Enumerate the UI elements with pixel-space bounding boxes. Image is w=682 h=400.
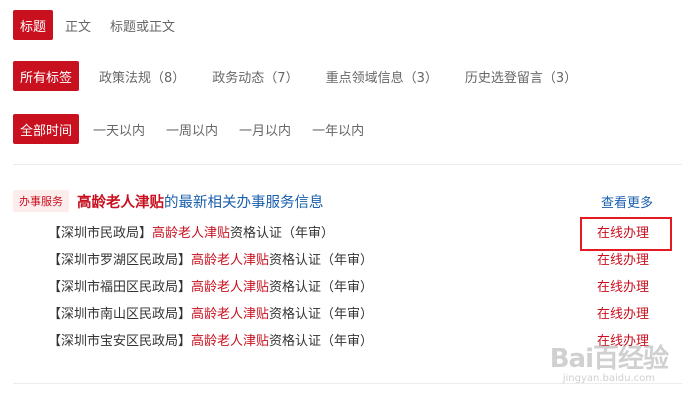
baidu-jingyan-watermark: Bai百经验 jingyan.baidu.com [549,338,669,384]
service-keyword: 高龄老人津贴 [152,226,231,241]
service-item-title[interactable]: 【深圳市宝安区民政局】高龄老人津贴资格认证（年审） [48,334,373,349]
service-item-title[interactable]: 【深圳市福田区民政局】高龄老人津贴资格认证（年审） [48,280,373,295]
service-name-rest: 资格认证（年审） [269,253,374,268]
tag-all[interactable]: 所有标签 [13,61,80,91]
service-keyword: 高龄老人津贴 [191,253,270,268]
service-keyword: 高龄老人津贴 [191,307,270,322]
dept-name: 【深圳市宝安区民政局】 [48,334,192,349]
service-name-rest: 资格认证（年审） [269,307,374,322]
service-name-rest: 资格认证（年审） [230,226,335,241]
online-handle-link[interactable]: 在线办理 [597,276,649,300]
dept-name: 【深圳市福田区民政局】 [48,280,192,295]
time-one-month[interactable]: 一月以内 [232,114,298,144]
service-keyword: 高龄老人津贴 [191,280,270,295]
watermark-url: jingyan.baidu.com [562,373,655,384]
service-keyword: 高龄老人津贴 [191,334,270,349]
service-item: 【深圳市南山区民政局】高龄老人津贴资格认证（年审） 在线办理 [48,303,682,330]
service-name-rest: 资格认证（年审） [269,334,374,349]
search-field-filter: 标题 正文 标题或正文 [13,10,182,40]
tag-government-news[interactable]: 政务动态（7） [205,61,305,91]
online-handle-link[interactable]: 在线办理 [597,303,649,327]
dept-name: 【深圳市南山区民政局】 [48,307,192,322]
service-section-heading: 办事服务 高龄老人津贴的最新相关办事服务信息 [13,190,324,212]
divider [13,164,682,165]
filter-title-or-body[interactable]: 标题或正文 [103,10,182,40]
heading-keyword: 高龄老人津贴 [77,194,164,211]
time-one-day[interactable]: 一天以内 [86,114,152,144]
tag-history-messages[interactable]: 历史选登留言（3） [458,61,584,91]
service-item: 【深圳市福田区民政局】高龄老人津贴资格认证（年审） 在线办理 [48,276,682,303]
filter-body[interactable]: 正文 [58,10,98,40]
tag-policy[interactable]: 政策法规（8） [92,61,192,91]
service-item: 【深圳市罗湖区民政局】高龄老人津贴资格认证（年审） 在线办理 [48,249,682,276]
service-item-title[interactable]: 【深圳市罗湖区民政局】高龄老人津贴资格认证（年审） [48,253,373,268]
tag-filter: 所有标签 政策法规（8） 政务动态（7） 重点领域信息（3） 历史选登留言（3） [13,61,584,91]
watermark-logo: Bai百经验 [549,344,669,374]
dept-name: 【深圳市罗湖区民政局】 [48,253,192,268]
heading-suffix: 的最新相关办事服务信息 [164,194,324,211]
service-name-rest: 资格认证（年审） [269,280,374,295]
service-item-title[interactable]: 【深圳市南山区民政局】高龄老人津贴资格认证（年审） [48,307,373,322]
online-handle-link[interactable]: 在线办理 [579,217,673,251]
time-one-week[interactable]: 一周以内 [159,114,225,144]
time-filter: 全部时间 一天以内 一周以内 一月以内 一年以内 [13,114,371,144]
time-one-year[interactable]: 一年以内 [305,114,371,144]
service-item: 【深圳市民政局】高龄老人津贴资格认证（年审） 在线办理 [48,217,682,251]
online-handle-link[interactable]: 在线办理 [597,249,649,273]
service-heading[interactable]: 高龄老人津贴的最新相关办事服务信息 [77,191,324,212]
service-badge: 办事服务 [13,190,69,212]
service-list: 【深圳市民政局】高龄老人津贴资格认证（年审） 在线办理 【深圳市罗湖区民政局】高… [48,217,682,357]
filter-title[interactable]: 标题 [13,10,54,40]
service-item-title[interactable]: 【深圳市民政局】高龄老人津贴资格认证（年审） [48,226,334,241]
dept-name: 【深圳市民政局】 [48,226,153,241]
tag-key-areas[interactable]: 重点领域信息（3） [319,61,445,91]
see-more-link[interactable]: 查看更多 [601,192,653,211]
time-all[interactable]: 全部时间 [13,114,80,144]
